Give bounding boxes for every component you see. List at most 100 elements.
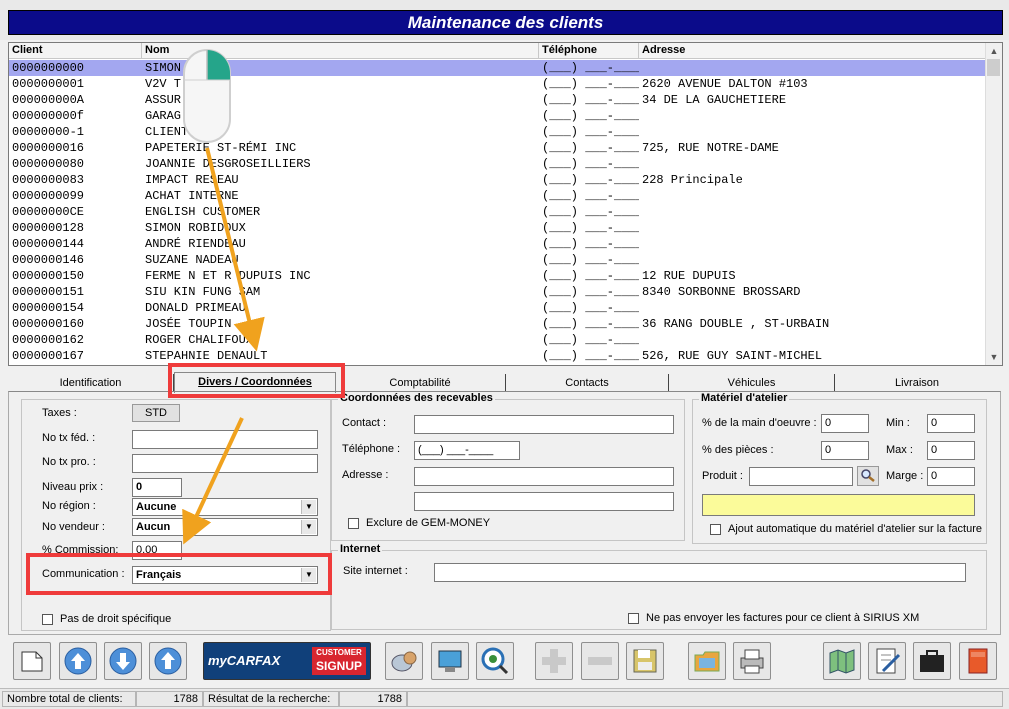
tab-contacts[interactable]: Contacts	[506, 374, 669, 392]
table-row[interactable]: 0000000150 FERME N ET R DUPUIS INC (___) _…	[9, 268, 985, 284]
save-button[interactable]	[626, 642, 664, 680]
chevron-down-icon[interactable]: ▼	[301, 520, 316, 534]
tx-pro-input[interactable]	[132, 454, 318, 473]
table-cell-tel: (___) ___-____	[542, 285, 639, 299]
table-cell-adresse: 36 RANG DOUBLE , ST-URBAIN	[642, 317, 830, 331]
table-cell-client: 0000000128	[12, 221, 85, 235]
scroll-thumb[interactable]	[987, 59, 1000, 76]
next-button[interactable]	[104, 642, 142, 680]
table-row[interactable]: 0000000151 SIU KIN FUNG SAM (___) ___-____…	[9, 284, 985, 300]
table-row[interactable]: 0000000099 ACHAT INTERNE (___) ___-____	[9, 188, 985, 204]
upload-button[interactable]	[59, 642, 97, 680]
table-cell-client: 0000000167	[12, 349, 85, 363]
tab-livraison[interactable]: Livraison	[835, 374, 999, 392]
divers-group: Taxes : STD No tx féd. : No tx pro. : Ni…	[21, 399, 331, 631]
column-header-telephone[interactable]: Téléphone	[539, 43, 639, 58]
tx-fed-input[interactable]	[132, 430, 318, 449]
table-cell-nom: SIU KIN FUNG SAM	[145, 285, 261, 299]
table-row[interactable]: 0000000080 JOANNIE DESGROSEILLIERS (___) _…	[9, 156, 985, 172]
scroll-down-arrow-icon[interactable]: ▼	[986, 349, 1002, 365]
internet-title: Internet	[338, 543, 383, 555]
new-document-button[interactable]	[13, 642, 51, 680]
marge-input[interactable]: 0	[927, 467, 975, 486]
adresse-2-input[interactable]	[414, 492, 674, 511]
floppy-disk-icon	[633, 649, 657, 673]
region-value: Aucune	[136, 501, 177, 513]
scroll-up-arrow-icon[interactable]: ▲	[986, 43, 1002, 59]
toolbar: myCARFAX CUSTOMER SIGNUP	[8, 640, 1001, 684]
table-row[interactable]: 0000000162 ROGER CHALIFOUX (___) ___-____	[9, 332, 985, 348]
pas-de-droit-checkbox[interactable]	[42, 614, 53, 625]
table-row[interactable]: 00000000-1 CLIENT TOIR (___) ___-____	[9, 124, 985, 140]
table-row[interactable]: 0000000000 SIMON ARIE (___) ___-____	[9, 60, 985, 76]
tab-vehicules[interactable]: Véhicules	[669, 374, 835, 392]
highlight-tab-box	[168, 363, 345, 398]
max-input[interactable]: 0	[927, 441, 975, 460]
site-internet-input[interactable]	[434, 563, 966, 582]
folder-button[interactable]	[688, 642, 726, 680]
print-button[interactable]	[733, 642, 771, 680]
computer-button[interactable]	[431, 642, 469, 680]
telephone-input[interactable]: (___) ___-____	[414, 441, 520, 460]
table-row[interactable]: 000000000f GARAG Y (___) ___-____	[9, 108, 985, 124]
sirius-checkbox[interactable]	[628, 613, 639, 624]
niveau-prix-input[interactable]: 0	[132, 478, 182, 497]
map-icon	[829, 649, 855, 674]
tab-comptabilite[interactable]: Comptabilité	[335, 374, 506, 392]
table-row[interactable]: 0000000146 SUZANE NADEAU (___) ___-____	[9, 252, 985, 268]
vendeur-label: No vendeur :	[42, 521, 105, 533]
table-cell-nom: ROGER CHALIFOUX	[145, 333, 254, 347]
produit-search-button[interactable]	[857, 466, 879, 486]
produit-input[interactable]	[749, 467, 853, 486]
table-row[interactable]: 00000000CE ENGLISH CUSTOMER (___) ___-____	[9, 204, 985, 220]
pieces-input[interactable]: 0	[821, 441, 869, 460]
exclure-gem-money-checkbox[interactable]	[348, 518, 359, 529]
min-input[interactable]: 0	[927, 414, 975, 433]
table-header: Client Nom Téléphone Adresse	[9, 43, 985, 59]
search-button[interactable]	[385, 642, 423, 680]
produit-description-field	[702, 494, 975, 516]
chevron-down-icon[interactable]: ▼	[301, 500, 316, 514]
carfax-line1: CUSTOMER	[316, 648, 362, 657]
table-row[interactable]: 0000000144 ANDRÉ RIENDEAU (___) ___-____	[9, 236, 985, 252]
adresse-input[interactable]	[414, 467, 674, 486]
table-cell-adresse: 228 Principale	[642, 173, 743, 187]
table-row[interactable]: 000000000A ASSUR (___) ___-____ 34 DE LA GA…	[9, 92, 985, 108]
internet-group: Internet Site internet : Ne pas envoyer …	[331, 543, 987, 630]
ajout-auto-checkbox[interactable]	[710, 524, 721, 535]
table-cell-client: 0000000151	[12, 285, 85, 299]
table-row[interactable]: 0000000128 SIMON ROBIDOUX (___) ___-____	[9, 220, 985, 236]
briefcase-button[interactable]	[913, 642, 951, 680]
table-row[interactable]: 0000000001V2V T OGIES(___) ___-____2620 …	[9, 76, 985, 92]
table-cell-nom: ANDRÉ RIENDEAU	[145, 237, 246, 251]
carfax-signup-button[interactable]: myCARFAX CUSTOMER SIGNUP	[203, 642, 371, 680]
column-header-adresse[interactable]: Adresse	[639, 43, 985, 58]
main-oeuvre-label: % de la main d'oeuvre :	[702, 417, 817, 429]
table-cell-nom: JOSÉE TOUPIN	[145, 317, 232, 331]
map-button[interactable]	[823, 642, 861, 680]
previous-button[interactable]	[149, 642, 187, 680]
region-select[interactable]: Aucune ▼	[132, 498, 318, 516]
taxes-button[interactable]: STD	[132, 404, 180, 422]
edit-document-button[interactable]	[868, 642, 906, 680]
table-row[interactable]: 0000000167 STEPAHNIE DENAULT (___) ___-___…	[9, 348, 985, 364]
table-scrollbar[interactable]: ▲ ▼	[985, 43, 1002, 365]
table-row[interactable]: 0000000154 DONALD PRIMEAU (___) ___-____	[9, 300, 985, 316]
vendeur-select[interactable]: Aucun ▼	[132, 518, 318, 536]
contact-input[interactable]	[414, 415, 674, 434]
view-button[interactable]	[476, 642, 514, 680]
table-cell-adresse: 526, RUE GUY SAINT-MICHEL	[642, 349, 823, 363]
table-row[interactable]: 0000000016 PAPETERIE ST-RÉMI INC (___) ___…	[9, 140, 985, 156]
client-table[interactable]: Client Nom Téléphone Adresse 0000000000 S…	[8, 42, 1003, 366]
eye-search-icon	[481, 647, 509, 675]
exit-button[interactable]	[959, 642, 997, 680]
add-button[interactable]	[535, 642, 573, 680]
column-header-client[interactable]: Client	[9, 43, 142, 58]
total-clients-value: 1788	[136, 691, 203, 707]
tab-identification[interactable]: Identification	[8, 374, 174, 392]
ajout-auto-label: Ajout automatique du matériel d'atelier …	[728, 523, 983, 535]
main-oeuvre-input[interactable]: 0	[821, 414, 869, 433]
remove-button[interactable]	[581, 642, 619, 680]
table-row[interactable]: 0000000160 JOSÉE TOUPIN (___) ___-____ 36 R…	[9, 316, 985, 332]
table-row[interactable]: 0000000083 IMPACT RESEAU (___) ___-____ 228…	[9, 172, 985, 188]
